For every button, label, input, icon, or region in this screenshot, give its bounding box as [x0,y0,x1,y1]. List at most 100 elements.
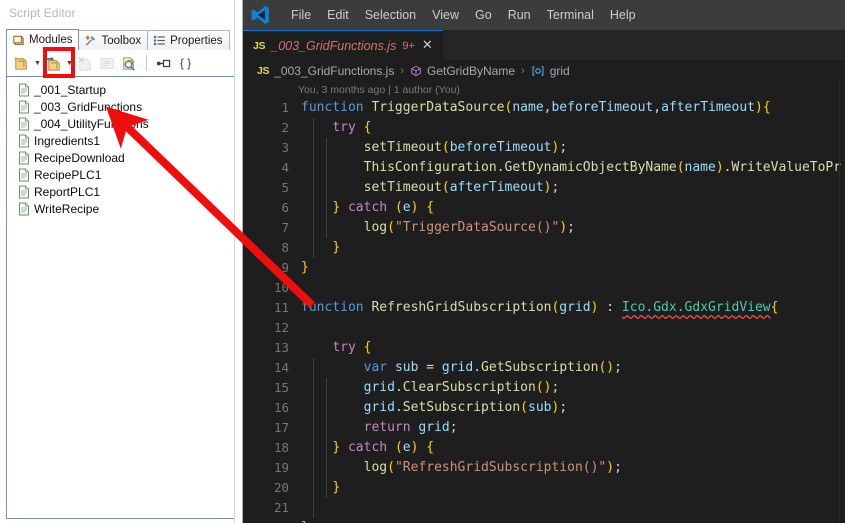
list-item-label: WriteRecipe [34,201,100,216]
show-variables-button[interactable] [153,53,174,74]
breadcrumb-symbol[interactable]: GetGridByName [427,64,515,78]
application-window: Script Editor Modules Toolbox Properties… [0,0,845,523]
code-text[interactable]: } [289,478,340,498]
code-line[interactable]: 12 [243,318,845,338]
list-item-label: RecipePLC1 [34,167,102,182]
editor-ruler [839,82,840,523]
code-text[interactable]: setTimeout(afterTimeout); [289,178,560,198]
tab-properties[interactable]: Properties [147,30,230,50]
tab-toolbox[interactable]: Toolbox [78,30,149,50]
code-line[interactable]: 22} [243,518,845,523]
delete-module-button[interactable] [75,53,96,74]
code-line[interactable]: 7 log("TriggerDataSource()"); [243,218,845,238]
code-text[interactable]: return grid; [289,418,458,438]
code-text[interactable]: var sub = grid.GetSubscription(); [289,358,622,378]
code-line[interactable]: 4 ThisConfiguration.GetDynamicObjectByNa… [243,158,845,178]
new-module-dropdown[interactable]: ▼ [33,53,42,74]
vscode-window: File Edit Selection View Go Run Terminal… [243,0,845,523]
code-line[interactable]: 13 try { [243,338,845,358]
new-module-button[interactable] [11,53,32,74]
rename-module-button[interactable] [97,53,118,74]
list-item[interactable]: WriteRecipe [11,200,242,217]
code-text[interactable]: } catch (e) { [289,438,434,458]
code-line[interactable]: 6 } catch (e) { [243,198,845,218]
menu-edit[interactable]: Edit [319,4,357,26]
code-line[interactable]: 16 grid.SetSubscription(sub); [243,398,845,418]
git-blame-annotation: You, 3 months ago | 1 author (You) [298,84,460,96]
menu-help[interactable]: Help [602,4,644,26]
tab-modules[interactable]: Modules [6,29,80,50]
find-module-button[interactable] [119,53,140,74]
code-text[interactable]: try { [289,118,371,138]
line-number: 10 [273,280,289,295]
close-icon[interactable]: ✕ [421,38,434,53]
code-line[interactable]: 10 [243,278,845,298]
line-number: 7 [281,220,289,235]
breadcrumb-variable[interactable]: grid [550,64,570,78]
menu-selection[interactable]: Selection [357,4,424,26]
code-text[interactable]: grid.ClearSubscription(); [289,378,560,398]
show-braces-button[interactable]: { } [175,53,196,74]
code-text[interactable]: setTimeout(beforeTimeout); [289,138,568,158]
line-number: 6 [281,200,289,215]
code-line[interactable]: 8 } [243,238,845,258]
code-text[interactable]: } [289,238,340,258]
menu-bar: File Edit Selection View Go Run Terminal… [243,0,845,30]
code-line[interactable]: 20 } [243,478,845,498]
list-item[interactable]: Ingredients1 [11,132,242,149]
list-item-label: _001_Startup [34,82,107,97]
code-line[interactable]: 9} [243,258,845,278]
code-line[interactable]: 2 try { [243,118,845,138]
code-text[interactable]: function RefreshGridSubscription(grid) :… [289,298,778,318]
breadcrumb-file[interactable]: _003_GridFunctions.js [274,64,394,78]
code-line[interactable]: 3 setTimeout(beforeTimeout); [243,138,845,158]
code-text[interactable]: grid.SetSubscription(sub); [289,398,568,418]
list-item[interactable]: RecipeDownload [11,149,242,166]
menu-view[interactable]: View [424,4,467,26]
code-text[interactable]: ThisConfiguration.GetDynamicObjectByName… [289,158,841,178]
code-text[interactable]: try { [289,338,371,358]
tab-toolbox-label: Toolbox [101,34,142,47]
menu-go[interactable]: Go [467,4,500,26]
menu-terminal[interactable]: Terminal [539,4,602,26]
module-list[interactable]: _001_Startup _003_GridFunctions _004_Uti… [6,76,243,519]
import-module-button[interactable] [43,53,64,74]
code-line[interactable]: 17 return grid; [243,418,845,438]
module-toolbar: ▼ ▼ {} [6,50,243,76]
code-text[interactable] [289,498,301,518]
menu-run[interactable]: Run [500,4,539,26]
code-editor[interactable]: You, 3 months ago | 1 author (You) 1 func… [243,82,845,523]
code-line[interactable]: 18 } catch (e) { [243,438,845,458]
code-line[interactable]: 5 setTimeout(afterTimeout); [243,178,845,198]
script-file-icon [18,83,30,97]
js-file-icon: JS [257,65,270,77]
code-line[interactable]: 14 var sub = grid.GetSubscription(); [243,358,845,378]
code-line[interactable]: 11 function RefreshGridSubscription(grid)… [243,298,845,318]
code-text[interactable]: } catch (e) { [289,198,434,218]
editor-tab-label: _003_GridFunctions.js [271,38,397,53]
tab-properties-label: Properties [170,34,223,47]
import-module-dropdown[interactable]: ▼ [65,53,74,74]
code-text[interactable]: } [289,258,309,278]
code-line[interactable]: 19 log("RefreshGridSubscription()"); [243,458,845,478]
code-line[interactable]: 15 grid.ClearSubscription(); [243,378,845,398]
panel-splitter[interactable] [234,0,243,523]
list-item-label: _004_UtilityFunctions [34,116,149,131]
script-file-icon [18,100,30,114]
code-line[interactable]: 21 [243,498,845,518]
menu-file[interactable]: File [283,4,319,26]
editor-tab-gridfunctions[interactable]: JS _003_GridFunctions.js 9+ ✕ [243,30,443,60]
code-line[interactable]: 1 function TriggerDataSource(name,beforeT… [243,98,845,118]
breadcrumb: JS _003_GridFunctions.js › GetGridByName… [243,60,845,82]
code-text[interactable] [289,318,301,338]
code-text[interactable]: log("TriggerDataSource()"); [289,218,575,238]
list-item[interactable]: RecipePLC1 [11,166,242,183]
code-text[interactable]: } [289,518,309,523]
code-text[interactable] [289,278,301,298]
list-item[interactable]: _001_Startup [11,81,242,98]
list-item[interactable]: ReportPLC1 [11,183,242,200]
list-item[interactable]: _003_GridFunctions [11,98,242,115]
list-item[interactable]: _004_UtilityFunctions [11,115,242,132]
code-text[interactable]: function TriggerDataSource(name,beforeTi… [289,98,771,118]
code-text[interactable]: log("RefreshGridSubscription()"); [289,458,622,478]
